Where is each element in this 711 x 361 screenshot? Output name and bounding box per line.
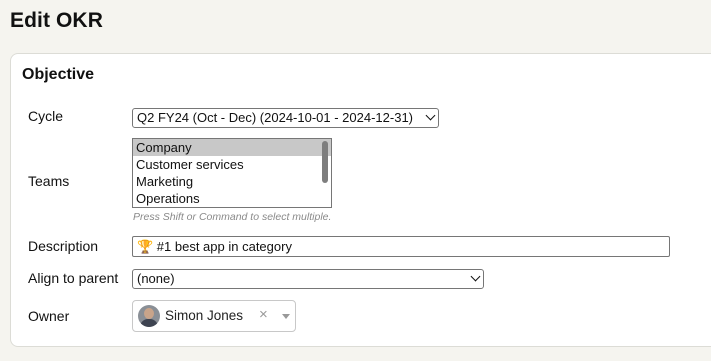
clear-icon[interactable]: × [259,307,268,323]
align-to-parent-select[interactable]: (none) [132,269,484,289]
teams-listbox[interactable]: Company Customer services Marketing Oper… [132,138,332,208]
owner-label: Owner [28,308,70,324]
dropdown-arrow-icon[interactable] [282,314,290,319]
owner-select[interactable]: Simon Jones × [132,300,296,332]
listbox-scrollbar[interactable] [322,141,328,183]
teams-label: Teams [28,173,70,189]
objective-card: Objective Cycle Q2 FY24 (Oct - Dec) (202… [10,53,711,347]
description-input[interactable]: 🏆 #1 best app in category [132,236,670,257]
align-to-parent-value: (none) [137,271,175,286]
cycle-label: Cycle [28,108,64,124]
section-title: Objective [22,66,95,83]
teams-option[interactable]: Customer services [133,156,331,173]
description-label: Description [28,238,99,254]
chevron-down-icon [425,110,436,121]
cycle-select[interactable]: Q2 FY24 (Oct - Dec) (2024-10-01 - 2024-1… [132,108,439,128]
align-to-parent-label: Align to parent [28,270,119,286]
teams-option[interactable]: Company [133,139,331,156]
avatar [138,305,160,327]
cycle-select-value: Q2 FY24 (Oct - Dec) (2024-10-01 - 2024-1… [137,110,414,125]
owner-name: Simon Jones [165,308,244,323]
chevron-down-icon [470,271,481,282]
page-title: Edit OKR [10,9,103,32]
teams-option[interactable]: Operations [133,190,331,207]
teams-option[interactable]: Marketing [133,173,331,190]
teams-hint: Press Shift or Command to select multipl… [133,211,332,223]
